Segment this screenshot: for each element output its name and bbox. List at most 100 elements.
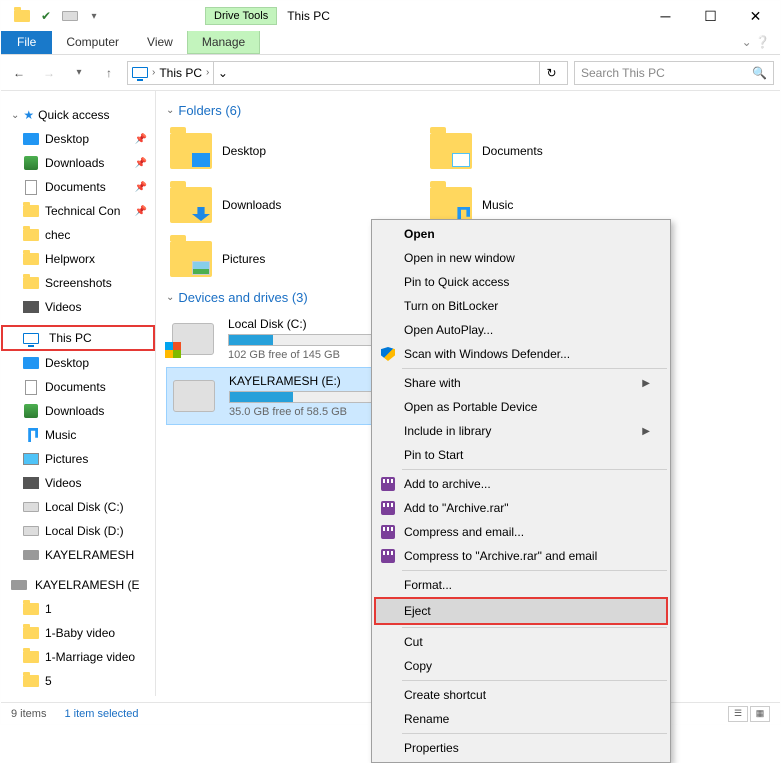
sidebar-item-chec[interactable]: chec	[1, 223, 155, 247]
menu-open-new-window[interactable]: Open in new window	[374, 246, 668, 270]
sidebar-item-downloads[interactable]: Downloads📌	[1, 151, 155, 175]
star-icon: ★	[23, 108, 34, 122]
menu-rename[interactable]: Rename	[374, 707, 668, 731]
folders-section-header[interactable]: ⌄ Folders (6)	[166, 103, 770, 118]
recent-locations-icon[interactable]: ▾	[67, 61, 91, 85]
rar-icon	[380, 500, 396, 516]
drive-c-bar	[228, 334, 388, 346]
menu-share-with[interactable]: Share with▶	[374, 371, 668, 395]
rar-icon	[380, 476, 396, 492]
folder-documents[interactable]: Documents	[426, 124, 686, 178]
sidebar-pc-drive-d[interactable]: Local Disk (D:)	[1, 519, 155, 543]
minimize-button[interactable]: ─	[643, 2, 688, 30]
sidebar-item-videos[interactable]: Videos	[1, 295, 155, 319]
view-details-button[interactable]: ☰	[728, 706, 748, 722]
menu-bitlocker[interactable]: Turn on BitLocker	[374, 294, 668, 318]
submenu-arrow-icon: ▶	[642, 426, 650, 437]
this-pc-icon	[23, 330, 39, 346]
sidebar-pc-pictures[interactable]: Pictures	[1, 447, 155, 471]
drive-e-icon	[173, 380, 215, 412]
forward-button: →	[37, 61, 61, 85]
tab-manage[interactable]: Manage	[187, 31, 260, 54]
menu-include-library[interactable]: Include in library▶	[374, 419, 668, 443]
titlebar: ✔ ▾ Drive Tools This PC ─ ☐ ✕	[1, 1, 780, 31]
sidebar-ext-drive-label: KAYELRAMESH (E	[35, 578, 139, 592]
sidebar-item-documents[interactable]: Documents📌	[1, 175, 155, 199]
sidebar-item-technical[interactable]: Technical Con📌	[1, 199, 155, 223]
tab-view[interactable]: View	[133, 31, 187, 54]
sidebar-pc-desktop[interactable]: Desktop	[1, 351, 155, 375]
address-bar[interactable]: › This PC › ⌄ ↻	[127, 61, 568, 85]
pin-icon: 📌	[135, 134, 147, 145]
sidebar-item-helpworx[interactable]: Helpworx	[1, 247, 155, 271]
tab-file[interactable]: File	[1, 31, 52, 54]
close-button[interactable]: ✕	[733, 2, 778, 30]
menu-open[interactable]: Open	[374, 222, 668, 246]
search-input[interactable]: Search This PC 🔍	[574, 61, 774, 85]
qat-properties-icon[interactable]	[11, 5, 33, 27]
sidebar-pc-drive-e[interactable]: KAYELRAMESH	[1, 543, 155, 567]
sidebar-this-pc[interactable]: This PC	[1, 325, 155, 351]
tab-computer[interactable]: Computer	[52, 31, 133, 54]
rar-icon	[380, 524, 396, 540]
menu-add-archive[interactable]: Add to archive...	[374, 472, 668, 496]
chevron-down-icon[interactable]: ⌄	[11, 110, 19, 121]
context-menu: Open Open in new window Pin to Quick acc…	[371, 219, 671, 763]
menu-compress-rar-email[interactable]: Compress to "Archive.rar" and email	[374, 544, 668, 568]
window-title: This PC	[287, 9, 330, 23]
menu-autoplay[interactable]: Open AutoPlay...	[374, 318, 668, 342]
qat-check-icon[interactable]: ✔	[35, 5, 57, 27]
maximize-button[interactable]: ☐	[688, 2, 733, 30]
sidebar-pc-videos[interactable]: Videos	[1, 471, 155, 495]
ribbon-tabs: File Computer View Manage ⌄ ❔	[1, 31, 780, 55]
address-dropdown-icon[interactable]: ⌄	[213, 62, 231, 84]
navigation-bar: ← → ▾ ↑ › This PC › ⌄ ↻ Search This PC 🔍	[1, 55, 780, 91]
menu-eject[interactable]: Eject	[374, 597, 668, 625]
menu-format[interactable]: Format...	[374, 573, 668, 597]
sidebar-ext-baby[interactable]: 1-Baby video	[1, 621, 155, 645]
menu-compress-email[interactable]: Compress and email...	[374, 520, 668, 544]
breadcrumb-location[interactable]: This PC	[159, 66, 202, 80]
drive-c-icon	[172, 323, 214, 355]
drive-e-bar	[229, 391, 389, 403]
back-button[interactable]: ←	[7, 61, 31, 85]
quick-access-toolbar: ✔ ▾	[3, 5, 105, 27]
sidebar-pc-downloads[interactable]: Downloads	[1, 399, 155, 423]
sidebar-pc-music[interactable]: Music	[1, 423, 155, 447]
sidebar-ext-5[interactable]: 5	[1, 669, 155, 693]
search-icon: 🔍	[752, 66, 767, 80]
refresh-button[interactable]: ↻	[539, 62, 563, 84]
status-selected: 1 item selected	[64, 708, 138, 720]
menu-pin-start[interactable]: Pin to Start	[374, 443, 668, 467]
submenu-arrow-icon: ▶	[642, 378, 650, 389]
ribbon-collapse-icon[interactable]: ⌄ ❔	[732, 31, 780, 54]
view-tiles-button[interactable]: ▦	[750, 706, 770, 722]
breadcrumb-sep2[interactable]: ›	[206, 67, 209, 78]
menu-properties[interactable]: Properties	[374, 736, 668, 760]
chevron-down-icon[interactable]: ⌄	[166, 105, 174, 116]
sidebar-ext-drive[interactable]: KAYELRAMESH (E	[1, 573, 155, 597]
folder-desktop[interactable]: Desktop	[166, 124, 426, 178]
sidebar-pc-drive-c[interactable]: Local Disk (C:)	[1, 495, 155, 519]
menu-copy[interactable]: Copy	[374, 654, 668, 678]
drive-tools-contextual-tab[interactable]: Drive Tools	[205, 7, 277, 25]
breadcrumb-sep[interactable]: ›	[152, 67, 155, 78]
up-button[interactable]: ↑	[97, 61, 121, 85]
sidebar-item-screenshots[interactable]: Screenshots	[1, 271, 155, 295]
menu-defender[interactable]: Scan with Windows Defender...	[374, 342, 668, 366]
sidebar-pc-documents[interactable]: Documents	[1, 375, 155, 399]
menu-pin-quick-access[interactable]: Pin to Quick access	[374, 270, 668, 294]
sidebar-ext-marriage[interactable]: 1-Marriage video	[1, 645, 155, 669]
search-placeholder: Search This PC	[581, 66, 752, 80]
menu-portable-device[interactable]: Open as Portable Device	[374, 395, 668, 419]
menu-create-shortcut[interactable]: Create shortcut	[374, 683, 668, 707]
qat-new-icon[interactable]	[59, 5, 81, 27]
chevron-down-icon[interactable]: ⌄	[166, 292, 174, 303]
qat-more-icon[interactable]: ▾	[83, 5, 105, 27]
sidebar-quick-access[interactable]: ⌄ ★ Quick access	[1, 103, 155, 127]
sidebar-item-desktop[interactable]: Desktop📌	[1, 127, 155, 151]
sidebar-ext-1[interactable]: 1	[1, 597, 155, 621]
menu-add-archive-rar[interactable]: Add to "Archive.rar"	[374, 496, 668, 520]
shield-icon	[380, 346, 396, 362]
menu-cut[interactable]: Cut	[374, 630, 668, 654]
